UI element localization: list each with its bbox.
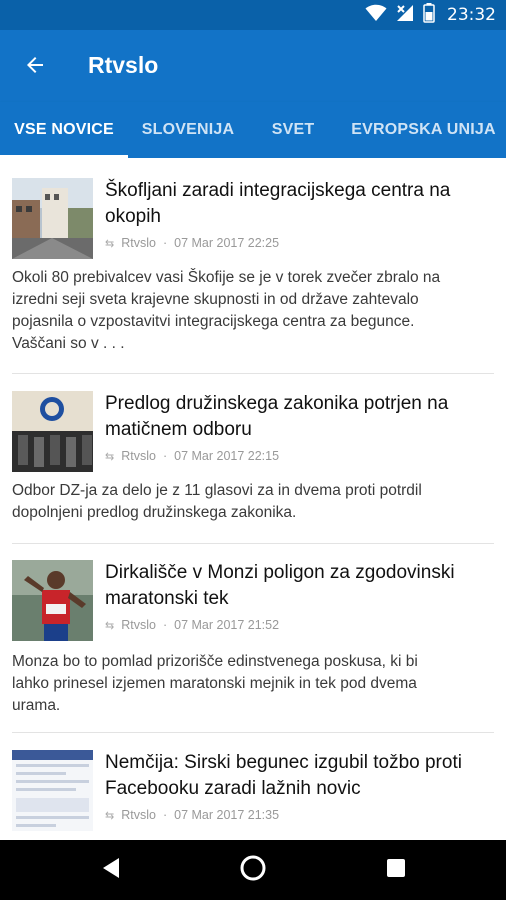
recents-square-icon: [386, 858, 406, 883]
article-card[interactable]: Škofljani zaradi integracijskega centra …: [12, 178, 494, 374]
news-feed[interactable]: Škofljani zaradi integracijskega centra …: [0, 158, 506, 840]
summary-line: Okoli 80 prebivalcev vasi Škofije se je …: [12, 269, 441, 286]
article-card[interactable]: Dirkališče v Monzi poligon za zgodovinsk…: [12, 560, 494, 733]
source-icon: ⇆: [105, 619, 115, 632]
article-headline[interactable]: Predlog družinskega zakonika potrjen na …: [105, 391, 494, 443]
article-summary: Okoli 80 prebivalcev vasi Škofije se je …: [12, 267, 494, 355]
source-icon: ⇆: [105, 809, 115, 822]
source-icon: ⇆: [105, 450, 115, 463]
article-datetime: 07 Mar 2017 21:35: [174, 808, 280, 822]
article-headline[interactable]: Nemčija: Sirski begunec izgubil tožbo pr…: [105, 750, 494, 802]
article-source: Rtvslo: [121, 808, 156, 822]
back-triangle-icon: [101, 857, 121, 884]
tab-slovenija[interactable]: SLOVENIJA: [133, 102, 243, 158]
article-meta: ⇆ Rtvslo · 07 Mar 2017 21:52: [105, 618, 279, 632]
article-meta: ⇆ Rtvslo · 07 Mar 2017 22:25: [105, 236, 279, 250]
article-thumbnail[interactable]: [12, 750, 93, 831]
summary-line: urama.: [12, 697, 61, 714]
status-icons: 23:32: [365, 2, 496, 28]
tab-evropska-unija[interactable]: EVROPSKA UNIJA: [345, 102, 502, 158]
article-summary: Odbor DZ-ja za delo je z 11 glasovi za i…: [12, 480, 494, 524]
article-thumbnail[interactable]: [12, 178, 93, 259]
back-button[interactable]: [18, 50, 52, 84]
headline-line: Facebooku zaradi lažnih novic: [105, 778, 361, 799]
summary-line: dopolnjeni predlog družinskega zakonika.: [12, 504, 297, 521]
article-card[interactable]: Nemčija: Sirski begunec izgubil tožbo pr…: [12, 750, 494, 840]
article-datetime: 07 Mar 2017 21:52: [174, 618, 280, 632]
article-divider: [12, 373, 494, 374]
summary-line: Odbor DZ-ja za delo je z 11 glasovi za i…: [12, 482, 422, 499]
summary-line: Vaščani so v . . .: [12, 335, 125, 352]
article-summary: Monza bo to pomlad prizorišče edinstvene…: [12, 651, 494, 717]
battery-icon: [423, 2, 435, 28]
status-bar: 23:32: [0, 0, 506, 30]
article-meta: ⇆ Rtvslo · 07 Mar 2017 22:15: [105, 449, 279, 463]
home-circle-icon: [239, 854, 267, 887]
headline-line: Dirkališče v Monzi poligon za zgodovinsk…: [105, 562, 455, 583]
meta-separator: ·: [162, 808, 168, 822]
article-thumbnail[interactable]: [12, 560, 93, 641]
tab-svet[interactable]: SVET: [258, 102, 328, 158]
article-headline[interactable]: Škofljani zaradi integracijskega centra …: [105, 178, 494, 230]
tab-vse-novice[interactable]: VSE NOVICE: [0, 102, 128, 158]
article-divider: [12, 543, 494, 544]
source-icon: ⇆: [105, 237, 115, 250]
article-source: Rtvslo: [121, 449, 156, 463]
summary-line: izredni seji sveta krajevne skupnosti in…: [12, 291, 419, 308]
nav-back-button[interactable]: [95, 854, 127, 886]
article-source: Rtvslo: [121, 618, 156, 632]
summary-line: pojasnila o vzpostavitvi integracijskega…: [12, 313, 415, 330]
app-title: Rtvslo: [88, 52, 159, 78]
headline-line: Nemčija: Sirski begunec izgubil tožbo pr…: [105, 752, 462, 773]
app-bar: Rtvslo: [0, 30, 506, 102]
meta-separator: ·: [162, 618, 168, 632]
summary-line: lahko prinesel izjemen maratonski mejnik…: [12, 675, 417, 692]
article-divider: [12, 732, 494, 733]
headline-line: matičnem odboru: [105, 419, 252, 440]
article-source: Rtvslo: [121, 236, 156, 250]
arrow-back-icon: [23, 53, 47, 82]
system-nav-bar: [0, 840, 506, 900]
article-card[interactable]: Predlog družinskega zakonika potrjen na …: [12, 391, 494, 544]
headline-line: okopih: [105, 206, 161, 227]
article-datetime: 07 Mar 2017 22:25: [174, 236, 280, 250]
headline-line: Škofljani zaradi integracijskega centra …: [105, 180, 451, 201]
no-signal-icon: [395, 3, 415, 28]
headline-line: maratonski tek: [105, 588, 229, 609]
summary-line: Monza bo to pomlad prizorišče edinstvene…: [12, 653, 418, 670]
headline-line: Predlog družinskega zakonika potrjen na: [105, 393, 449, 414]
wifi-icon: [365, 4, 387, 27]
article-datetime: 07 Mar 2017 22:15: [174, 449, 280, 463]
nav-recents-button[interactable]: [380, 854, 412, 886]
meta-separator: ·: [162, 449, 168, 463]
status-time: 23:32: [447, 5, 496, 25]
article-thumbnail[interactable]: [12, 391, 93, 472]
nav-home-button[interactable]: [237, 854, 269, 886]
article-meta: ⇆ Rtvslo · 07 Mar 2017 21:35: [105, 808, 279, 822]
article-headline[interactable]: Dirkališče v Monzi poligon za zgodovinsk…: [105, 560, 494, 612]
tab-bar: VSE NOVICE SLOVENIJA SVET EVROPSKA UNIJA: [0, 102, 506, 158]
meta-separator: ·: [162, 236, 168, 250]
